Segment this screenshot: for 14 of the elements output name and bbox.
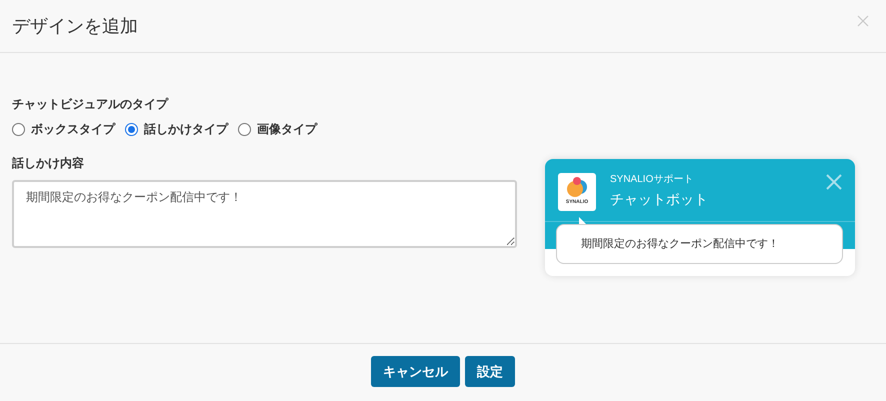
- radio-option[interactable]: 話しかけタイプ: [125, 120, 228, 138]
- radio-option[interactable]: 画像タイプ: [238, 120, 317, 138]
- close-icon[interactable]: [857, 15, 869, 27]
- confirm-button[interactable]: 設定: [465, 356, 515, 387]
- message-field[interactable]: 期間限定のお得なクーポン配信中です！: [12, 180, 517, 248]
- chat-subtitle: SYNALIOサポート: [610, 173, 694, 186]
- cancel-button[interactable]: キャンセル: [371, 356, 460, 387]
- field-label: 話しかけ内容: [12, 155, 85, 172]
- chat-title: チャットボット: [610, 190, 708, 209]
- radio-option[interactable]: ボックスタイプ: [12, 120, 115, 138]
- speech-bubble: 期間限定のお得なクーポン配信中です！: [556, 224, 843, 264]
- dialog-title: デザインを追加: [12, 14, 138, 38]
- close-icon[interactable]: [826, 174, 842, 190]
- field-label: チャットビジュアルのタイプ: [12, 96, 170, 113]
